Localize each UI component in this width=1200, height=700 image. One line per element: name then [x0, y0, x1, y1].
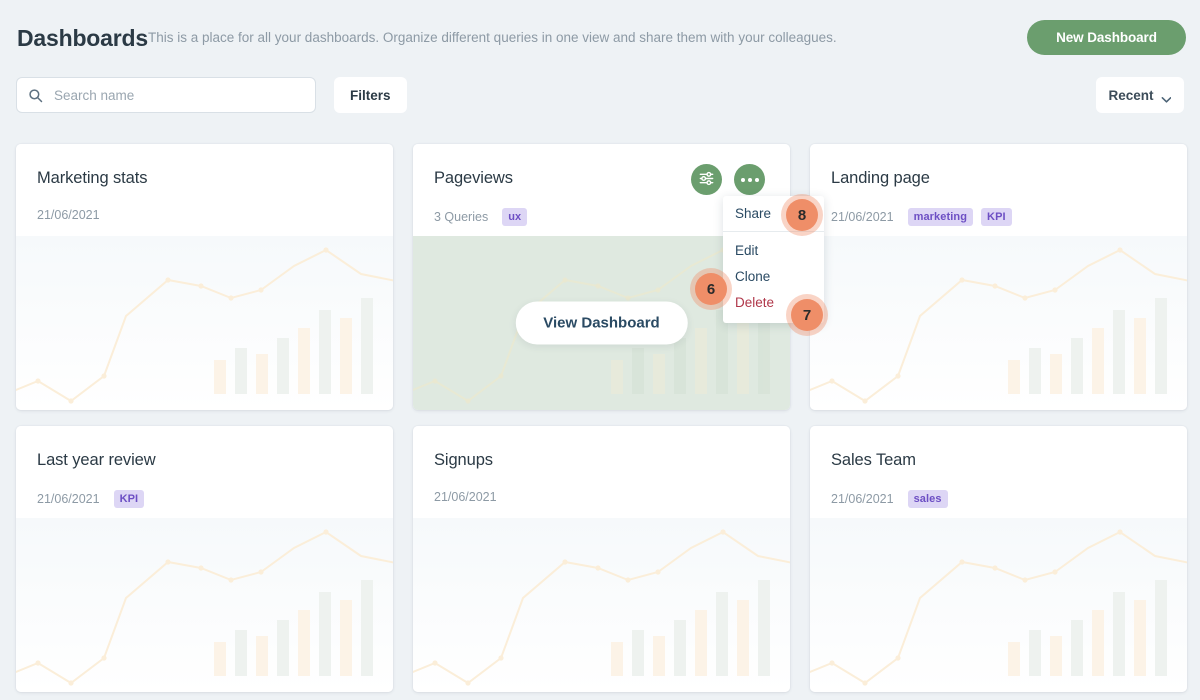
card-header: Sales Team 21/06/2021 sales — [810, 426, 1187, 518]
card-preview — [16, 236, 393, 410]
step-badge-6: 6 — [695, 273, 727, 305]
card-tag[interactable]: KPI — [113, 490, 145, 508]
card-title: Sales Team — [831, 451, 916, 469]
chart-placeholder-illustration — [810, 529, 1187, 686]
card-preview — [413, 518, 790, 692]
card-title: Last year review — [37, 451, 156, 469]
card-header: Marketing stats 21/06/2021 — [16, 144, 393, 236]
card-tag[interactable]: KPI — [981, 208, 1012, 226]
view-dashboard-button[interactable]: View Dashboard — [515, 301, 688, 345]
chart-placeholder-illustration — [16, 529, 393, 686]
dashboard-card[interactable]: Sales Team 21/06/2021 sales — [810, 426, 1187, 692]
card-settings-button[interactable] — [691, 164, 722, 195]
card-date: 21/06/2021 — [37, 492, 100, 506]
card-meta: 21/06/2021 — [37, 208, 100, 222]
chevron-down-icon — [1161, 92, 1172, 103]
dashboard-card[interactable]: Last year review 21/06/2021 KPI — [16, 426, 393, 692]
card-header: Landing page 21/06/2021 marketing KPI — [810, 144, 1187, 236]
dashboard-card[interactable]: Marketing stats 21/06/2021 — [16, 144, 393, 410]
card-date: 21/06/2021 — [37, 208, 100, 222]
new-dashboard-button[interactable]: New Dashboard — [1027, 20, 1186, 55]
card-title: Landing page — [831, 169, 930, 187]
card-more-button[interactable] — [734, 164, 765, 195]
toolbar: Filters Recent — [0, 74, 1200, 140]
step-badge-8: 8 — [786, 199, 818, 231]
dashboard-card[interactable]: Signups 21/06/2021 — [413, 426, 790, 692]
menu-item-clone[interactable]: Clone — [723, 263, 824, 289]
sort-dropdown-label: Recent — [1108, 87, 1154, 103]
search-input[interactable] — [54, 87, 294, 103]
card-date: 21/06/2021 — [434, 490, 497, 504]
card-meta: 21/06/2021 — [434, 490, 497, 504]
card-date: 21/06/2021 — [831, 210, 894, 224]
search-box[interactable] — [16, 77, 316, 113]
chart-placeholder-illustration — [413, 529, 790, 686]
card-tag[interactable]: sales — [907, 490, 948, 508]
chart-placeholder-illustration — [810, 247, 1187, 404]
chart-placeholder-illustration — [16, 247, 393, 404]
page-title: Dashboards — [17, 25, 148, 51]
sliders-icon — [698, 170, 715, 190]
search-icon — [28, 88, 43, 103]
step-badge-7: 7 — [791, 299, 823, 331]
card-tag[interactable]: marketing — [907, 208, 974, 226]
card-tag[interactable]: ux — [502, 208, 528, 226]
card-preview — [810, 236, 1187, 410]
more-horizontal-icon — [740, 177, 759, 182]
dashboards-page: Dashboards This is a place for all your … — [0, 0, 1200, 700]
card-preview — [16, 518, 393, 692]
card-date: 21/06/2021 — [831, 492, 894, 506]
card-meta: 21/06/2021 KPI — [37, 490, 145, 508]
card-meta: 3 Queries ux — [434, 208, 528, 226]
card-meta: 21/06/2021 sales — [831, 490, 948, 508]
page-header: Dashboards This is a place for all your … — [0, 0, 1200, 74]
filters-button[interactable]: Filters — [334, 77, 407, 113]
dashboard-card[interactable]: Landing page 21/06/2021 marketing KPI — [810, 144, 1187, 410]
card-header: Signups 21/06/2021 — [413, 426, 790, 518]
card-title: Pageviews — [434, 169, 513, 187]
card-meta: 21/06/2021 marketing KPI — [831, 208, 1012, 226]
sort-dropdown[interactable]: Recent — [1096, 77, 1184, 113]
card-query-count: 3 Queries — [434, 210, 489, 224]
card-title: Signups — [434, 451, 493, 469]
card-preview — [810, 518, 1187, 692]
card-title: Marketing stats — [37, 169, 148, 187]
menu-item-edit[interactable]: Edit — [723, 237, 824, 263]
page-subtitle: This is a place for all your dashboards.… — [148, 30, 837, 45]
card-header: Last year review 21/06/2021 KPI — [16, 426, 393, 518]
